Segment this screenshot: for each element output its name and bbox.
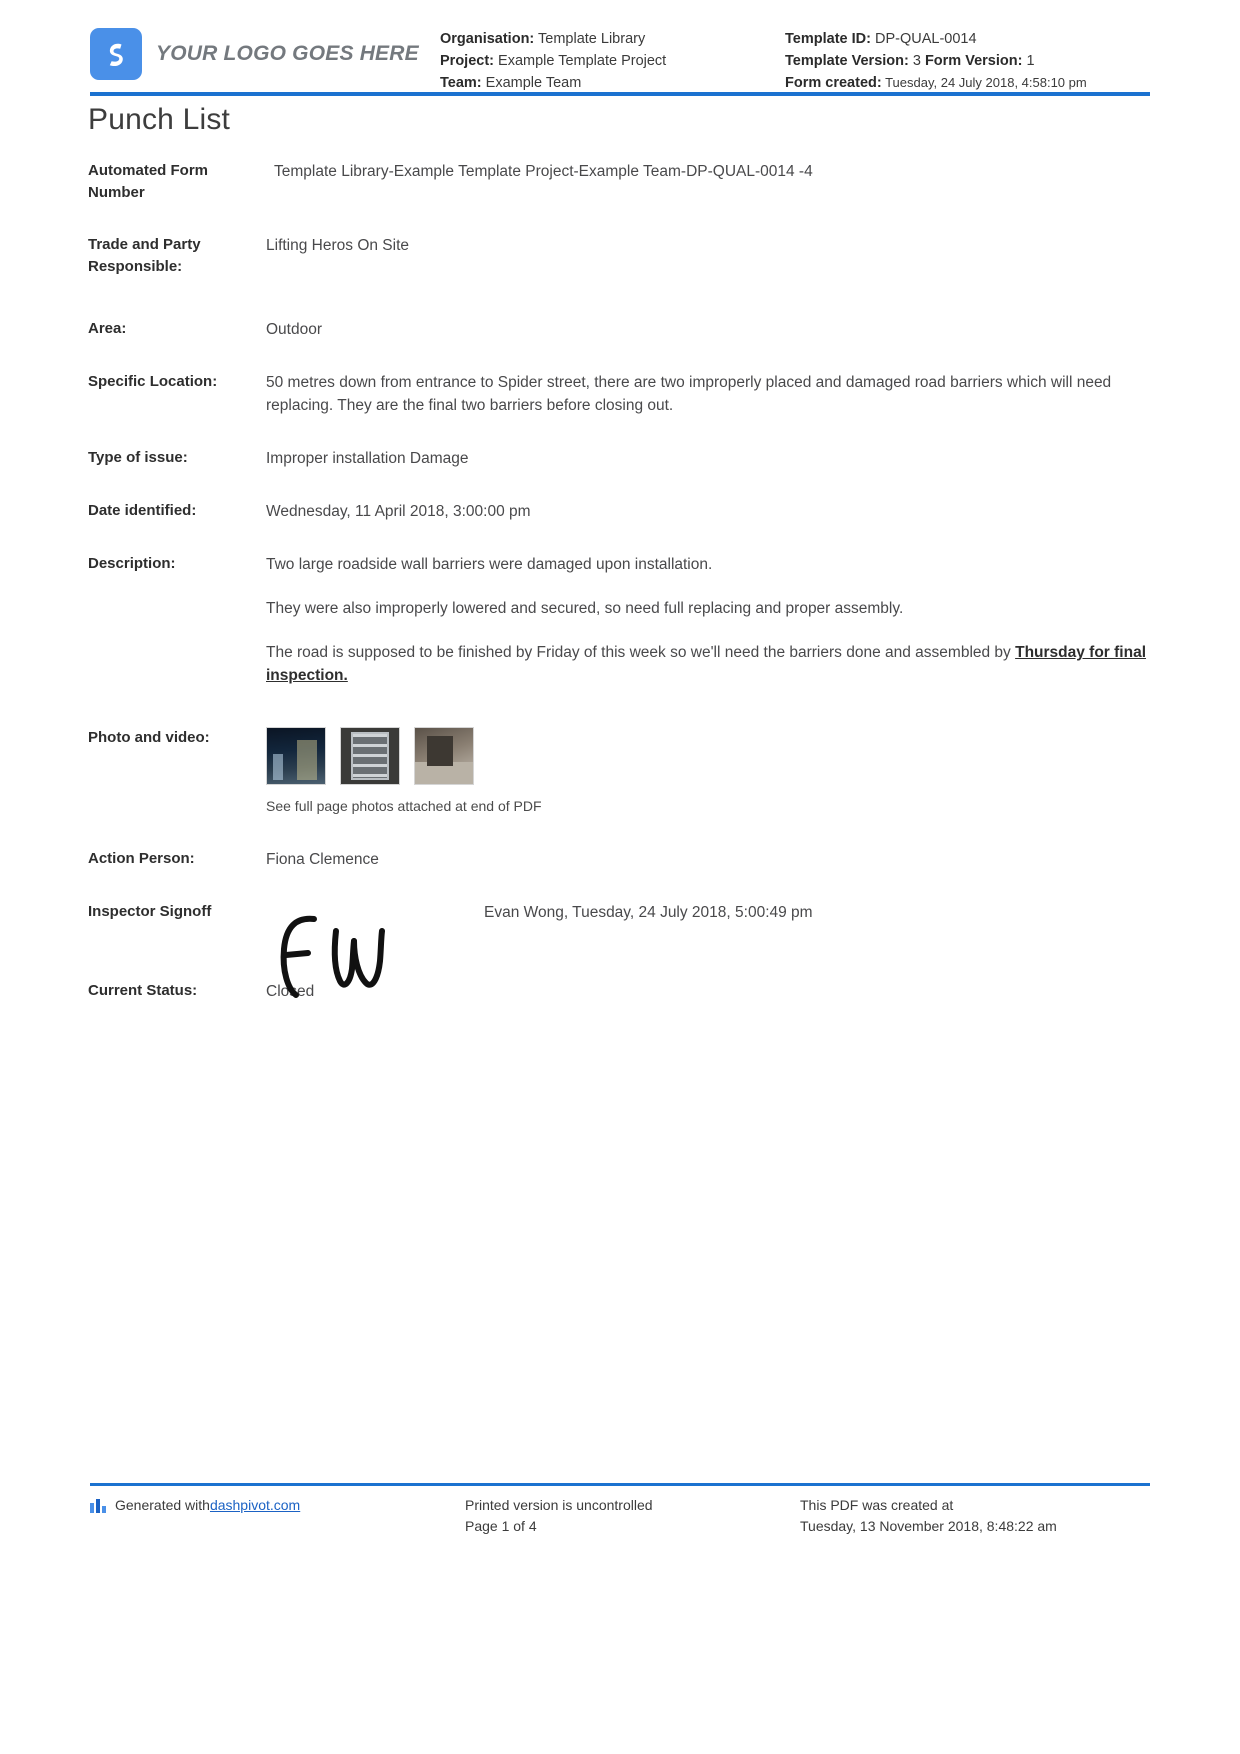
meta-form-version-value: 1 [1022,53,1035,69]
meta-project-value: Example Template Project [494,53,667,69]
meta-team: Team: Example Team [440,72,785,94]
field-value-trade-and-party: Lifting Heros On Site [266,237,410,254]
field-row-area: Area: Outdoor [88,318,1153,341]
field-row-inspector-signoff: Inspector Signoff Evan Wong, Tuesday, 24… [88,901,1153,998]
field-label-type-of-issue: Type of issue: [88,449,188,466]
photo-thumbnail-barrier-ground[interactable] [414,727,474,785]
footer-created-info: This PDF was created at Tuesday, 13 Nove… [800,1495,1140,1537]
footer-dashpivot-link[interactable]: dashpivot.com [210,1495,300,1516]
meta-template-id-value: DP-QUAL-0014 [870,31,977,47]
logo-text: YOUR LOGO GOES HERE [156,42,419,65]
field-label-current-status: Current Status: [88,982,198,999]
field-label-date-identified: Date identified: [88,502,197,519]
meta-template-id: Template ID: DP-QUAL-0014 [785,28,1115,50]
field-value-specific-location: 50 metres down from entrance to Spider s… [266,374,1112,414]
footer-generated-with: Generated with dashpivot.com [90,1495,465,1537]
footer-generated-prefix: Generated with [115,1497,210,1513]
field-value-date-identified: Wednesday, 11 April 2018, 3:00:00 pm [266,503,531,520]
footer-page-number: Page 1 of 4 [465,1518,537,1534]
dashpivot-logo-icon [90,28,142,80]
signature-icon [280,915,385,998]
footer-created-note: This PDF was created at [800,1497,954,1513]
field-value-automated-form-number: Template Library-Example Template Projec… [274,163,813,180]
logo-block: YOUR LOGO GOES HERE [90,18,440,80]
form-body: Automated Form Number Template Library-E… [88,160,1153,1024]
meta-template-version-label: Template Version: [785,53,909,69]
meta-template-version-value: 3 [908,53,925,69]
description-paragraph-3: The road is supposed to be finished by F… [266,641,1153,687]
field-value-description: Two large roadside wall barriers were da… [248,553,1153,687]
meta-form-created-label: Form created: [785,75,882,91]
footer-printed-note: Printed version is uncontrolled [465,1497,653,1513]
header-meta-left: Organisation: Template Library Project: … [440,18,785,94]
field-value-action-person: Fiona Clemence [266,851,379,868]
field-label-specific-location: Specific Location: [88,373,218,390]
field-value-inspector-signoff: Evan Wong, Tuesday, 24 July 2018, 5:00:4… [248,901,1153,998]
photo-thumbnail-night-site[interactable] [266,727,326,785]
meta-team-label: Team: [440,75,482,91]
footer-divider [90,1483,1150,1486]
meta-organisation-value: Template Library [534,31,646,47]
meta-form-version-label: Form Version: [924,53,1023,69]
meta-project-label: Project: [440,53,494,69]
meta-project: Project: Example Template Project [440,50,785,72]
photo-attachment-caption: See full page photos attached at end of … [266,798,542,814]
field-label-trade-and-party: Trade and Party Responsible: [88,236,201,275]
field-row-specific-location: Specific Location: 50 metres down from e… [88,371,1153,417]
document-page: YOUR LOGO GOES HERE Organisation: Templa… [0,0,1240,1754]
field-row-photo-and-video: Photo and video: See full page photos at… [88,727,1153,818]
document-footer: Generated with dashpivot.com Printed ver… [90,1495,1150,1537]
field-value-area: Outdoor [266,321,323,338]
header-divider [90,92,1150,96]
field-row-automated-form-number: Automated Form Number Template Library-E… [88,160,1153,204]
document-header: YOUR LOGO GOES HERE Organisation: Templa… [90,18,1150,91]
description-paragraph-2: They were also improperly lowered and se… [266,600,904,617]
photo-thumbnail-scaffold-panel[interactable] [340,727,400,785]
description-paragraph-3-text: The road is supposed to be finished by F… [266,644,1016,661]
footer-created-timestamp: Tuesday, 13 November 2018, 8:48:22 am [800,1518,1057,1534]
field-row-date-identified: Date identified: Wednesday, 11 April 201… [88,500,1153,523]
field-row-current-status: Current Status: Closed [88,980,1153,1003]
photo-thumbnail-strip [266,727,1153,785]
meta-versions: Template Version: 3 Form Version: 1 [785,50,1115,72]
field-row-trade-and-party: Trade and Party Responsible: Lifting Her… [88,234,1153,278]
meta-template-id-label: Template ID: [785,31,871,47]
field-row-action-person: Action Person: Fiona Clemence [88,848,1153,871]
field-label-automated-form-number: Automated Form Number [88,162,208,201]
field-label-photo-and-video: Photo and video: [88,729,210,746]
meta-form-created-value: Tuesday, 24 July 2018, 4:58:10 pm [881,75,1087,90]
field-label-inspector-signoff: Inspector Signoff [88,903,212,920]
meta-form-created: Form created: Tuesday, 24 July 2018, 4:5… [785,72,1115,94]
footer-print-info: Printed version is uncontrolled Page 1 o… [465,1495,800,1537]
field-value-photo-and-video: See full page photos attached at end of … [248,727,1153,818]
field-value-type-of-issue: Improper installation Damage [266,450,469,467]
page-title: Punch List [88,103,231,136]
meta-organisation-label: Organisation: [440,31,535,47]
dashpivot-bars-icon [90,1499,106,1513]
field-label-action-person: Action Person: [88,850,195,867]
field-label-area: Area: [88,320,127,337]
field-label-description: Description: [88,555,176,572]
field-row-type-of-issue: Type of issue: Improper installation Dam… [88,447,1153,470]
meta-organisation: Organisation: Template Library [440,28,785,50]
meta-team-value: Example Team [481,75,582,91]
field-row-description: Description: Two large roadside wall bar… [88,553,1153,687]
description-paragraph-1: Two large roadside wall barriers were da… [266,556,713,573]
header-meta-right: Template ID: DP-QUAL-0014 Template Versi… [785,18,1115,94]
